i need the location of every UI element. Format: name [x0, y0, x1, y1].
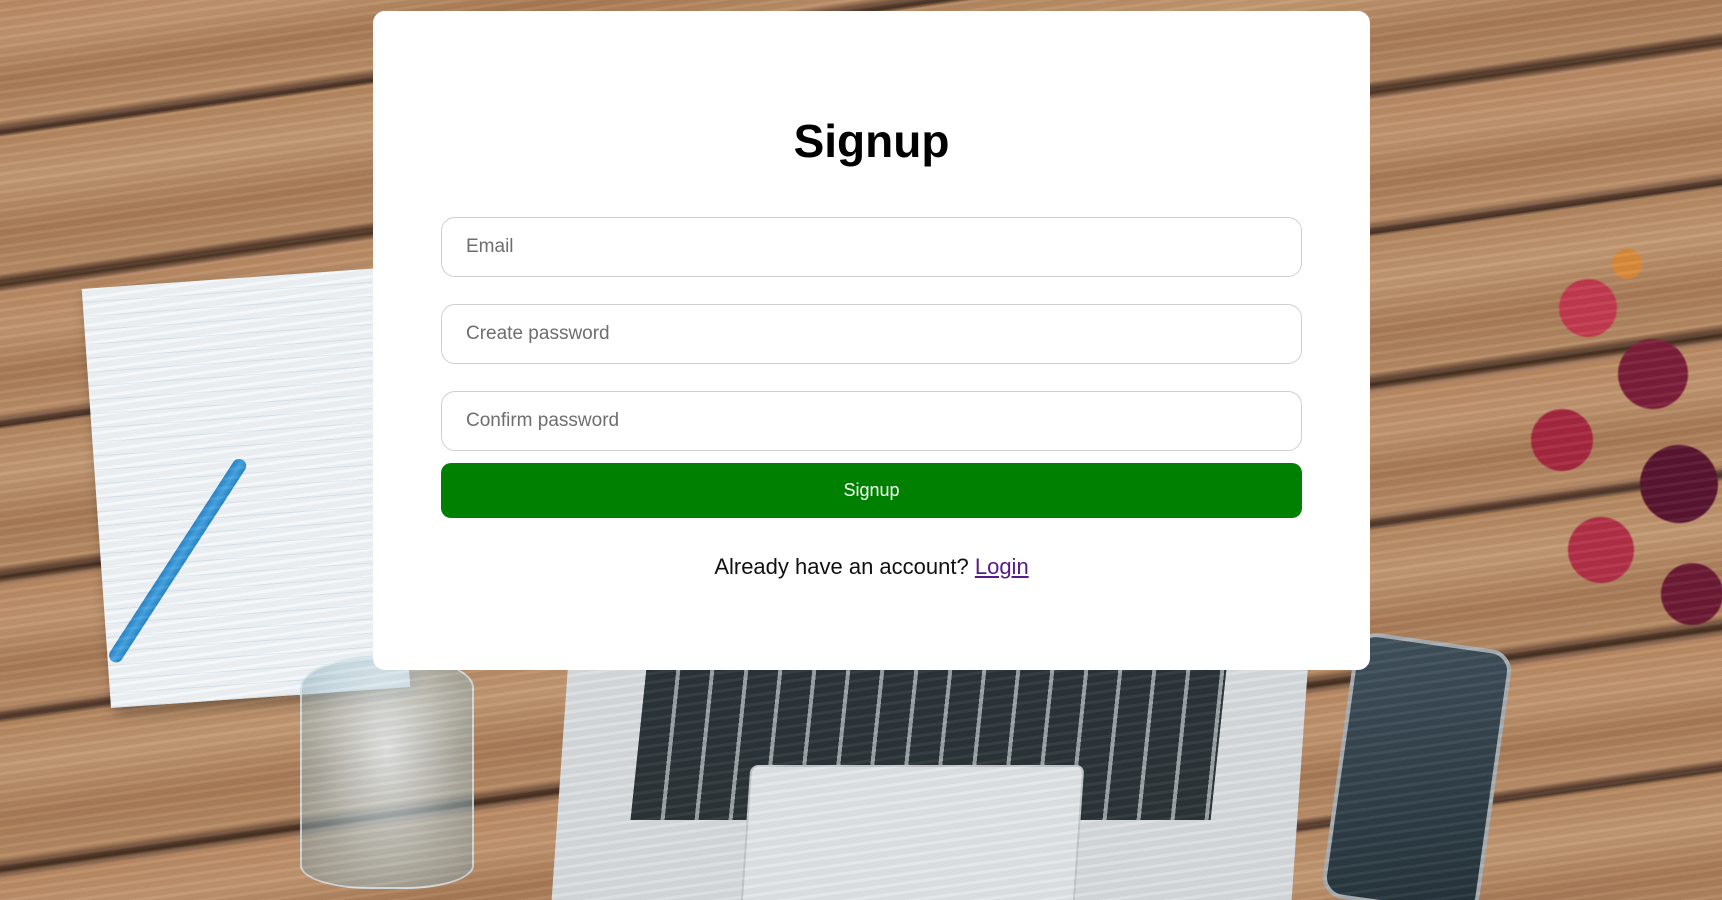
signup-card: Signup Signup Already have an account? L…: [373, 11, 1370, 670]
phone-image: [1320, 630, 1514, 900]
water-glass-image: [300, 655, 474, 889]
login-link[interactable]: Login: [975, 554, 1029, 579]
email-input[interactable]: [441, 217, 1302, 277]
notebook-image: [81, 268, 411, 708]
login-prompt-line: Already have an account? Login: [373, 554, 1370, 580]
plant-image: [1510, 220, 1722, 660]
pen-image: [106, 456, 249, 666]
page-title: Signup: [793, 115, 950, 167]
signup-button[interactable]: Signup: [441, 463, 1302, 518]
login-prompt-text: Already have an account?: [714, 554, 969, 579]
create-password-input[interactable]: [441, 304, 1302, 364]
confirm-password-input[interactable]: [441, 391, 1302, 451]
laptop-trackpad-image: [739, 765, 1085, 900]
